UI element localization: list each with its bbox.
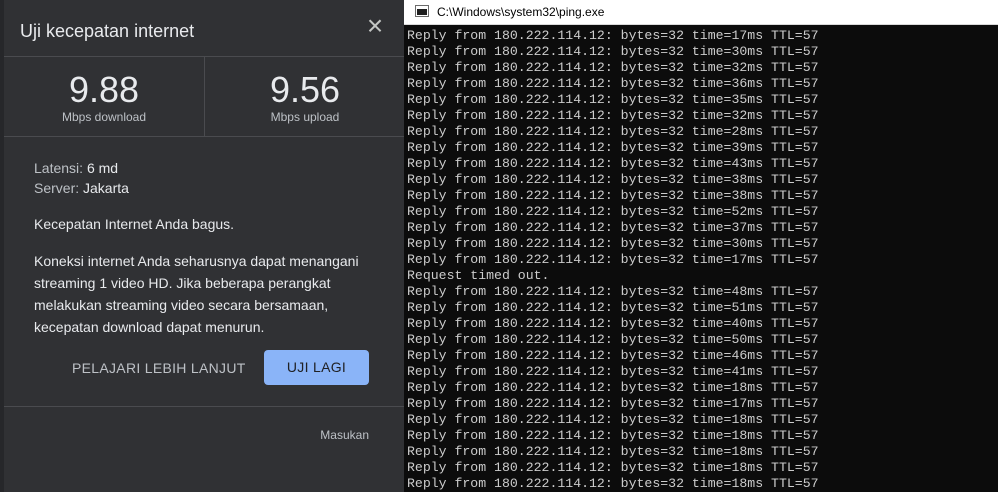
latency-row: Latensi: 6 md (34, 158, 384, 178)
console-line: Reply from 180.222.114.12: bytes=32 time… (407, 108, 819, 123)
speed-test-card: Uji kecepatan internet × 9.88 Mbps downl… (4, 0, 404, 492)
console-line: Reply from 180.222.114.12: bytes=32 time… (407, 316, 819, 331)
server-value: Jakarta (83, 180, 129, 196)
console-line: Reply from 180.222.114.12: bytes=32 time… (407, 172, 819, 187)
speed-explanation: Koneksi internet Anda seharusnya dapat m… (34, 253, 359, 335)
server-row: Server: Jakarta (34, 178, 384, 198)
console-line: Reply from 180.222.114.12: bytes=32 time… (407, 92, 819, 107)
console-line: Reply from 180.222.114.12: bytes=32 time… (407, 76, 819, 91)
console-line: Reply from 180.222.114.12: bytes=32 time… (407, 444, 819, 459)
console-line: Reply from 180.222.114.12: bytes=32 time… (407, 60, 819, 75)
ping-console-window[interactable]: C:\Windows\system32\ping.exe Reply from … (404, 0, 998, 492)
server-label: Server: (34, 180, 80, 196)
console-line: Reply from 180.222.114.12: bytes=32 time… (407, 428, 819, 443)
download-unit: Mbps download (61, 110, 147, 124)
console-app-icon (415, 5, 429, 17)
console-line: Reply from 180.222.114.12: bytes=32 time… (407, 236, 819, 251)
retry-button[interactable]: UJI LAGI (264, 350, 369, 385)
console-line: Reply from 180.222.114.12: bytes=32 time… (407, 460, 819, 475)
console-line: Reply from 180.222.114.12: bytes=32 time… (407, 396, 819, 411)
footer-divider (4, 406, 404, 407)
speed-metrics: 9.88 Mbps download 9.56 Mbps upload (4, 56, 404, 137)
console-line: Reply from 180.222.114.12: bytes=32 time… (407, 140, 819, 155)
console-line: Reply from 180.222.114.12: bytes=32 time… (407, 44, 819, 59)
console-line: Reply from 180.222.114.12: bytes=32 time… (407, 348, 819, 363)
download-value: 9.88 (68, 69, 140, 110)
card-header: Uji kecepatan internet × (4, 0, 404, 58)
console-window-title: C:\Windows\system32\ping.exe (437, 5, 605, 19)
console-line: Reply from 180.222.114.12: bytes=32 time… (407, 204, 819, 219)
console-line: Request timed out. (407, 268, 550, 283)
test-details: Latensi: 6 md Server: Jakarta Kecepatan … (34, 158, 384, 338)
feedback-link[interactable]: Masukan (320, 428, 369, 442)
card-title: Uji kecepatan internet (20, 21, 195, 41)
console-line: Reply from 180.222.114.12: bytes=32 time… (407, 156, 819, 171)
download-metric: 9.88 Mbps download (4, 57, 204, 136)
console-line: Reply from 180.222.114.12: bytes=32 time… (407, 284, 819, 299)
upload-value: 9.56 (269, 69, 341, 110)
console-line: Reply from 180.222.114.12: bytes=32 time… (407, 252, 819, 267)
console-line: Reply from 180.222.114.12: bytes=32 time… (407, 412, 819, 427)
console-titlebar[interactable]: C:\Windows\system32\ping.exe (404, 0, 998, 25)
close-icon[interactable]: × (362, 12, 388, 40)
console-line: Reply from 180.222.114.12: bytes=32 time… (407, 300, 819, 315)
console-line: Reply from 180.222.114.12: bytes=32 time… (407, 220, 819, 235)
speed-verdict: Kecepatan Internet Anda bagus. (34, 216, 235, 232)
latency-label: Latensi: (34, 160, 84, 176)
learn-more-link[interactable]: PELAJARI LEBIH LANJUT (72, 360, 246, 376)
console-line: Reply from 180.222.114.12: bytes=32 time… (407, 476, 819, 491)
console-line: Reply from 180.222.114.12: bytes=32 time… (407, 364, 819, 379)
console-line: Reply from 180.222.114.12: bytes=32 time… (407, 28, 819, 43)
upload-metric: 9.56 Mbps upload (204, 57, 405, 136)
card-actions: PELAJARI LEBIH LANJUT UJI LAGI (4, 350, 404, 386)
upload-unit: Mbps upload (270, 110, 340, 124)
latency-value: 6 md (86, 160, 119, 176)
console-output: Reply from 180.222.114.12: bytes=32 time… (407, 28, 997, 492)
console-line: Reply from 180.222.114.12: bytes=32 time… (407, 332, 819, 347)
console-line: Reply from 180.222.114.12: bytes=32 time… (407, 380, 819, 395)
console-line: Reply from 180.222.114.12: bytes=32 time… (407, 124, 819, 139)
console-line: Reply from 180.222.114.12: bytes=32 time… (407, 188, 819, 203)
